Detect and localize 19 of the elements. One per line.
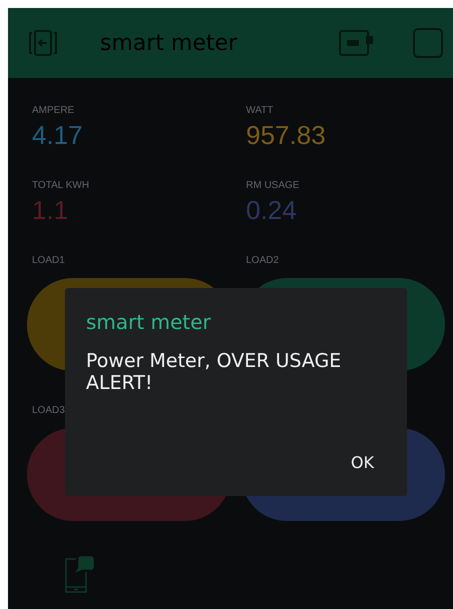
square-icon[interactable] bbox=[413, 28, 443, 58]
load-label: LOAD2 bbox=[245, 254, 279, 268]
dialog-title: smart meter bbox=[86, 310, 211, 334]
display-value: 957.83 bbox=[246, 119, 326, 152]
ok-button[interactable]: OK bbox=[338, 447, 386, 478]
display-label: AMPERE bbox=[32, 104, 74, 118]
load-label: LOAD3 bbox=[31, 404, 65, 418]
display-label: RM USAGE bbox=[246, 179, 300, 193]
phone-alert-icon[interactable] bbox=[64, 556, 96, 594]
display-value: 4.17 bbox=[32, 119, 83, 152]
load-label: LOAD1 bbox=[31, 254, 65, 268]
display-label: WATT bbox=[246, 104, 274, 118]
dialog-message: Power Meter, OVER USAGE ALERT! bbox=[86, 350, 342, 394]
exit-icon[interactable] bbox=[28, 29, 58, 57]
device-icon[interactable] bbox=[339, 30, 373, 56]
display-value: 0.24 bbox=[246, 194, 297, 227]
display-label: TOTAL KWH bbox=[32, 179, 90, 193]
display-value: 1.1 bbox=[32, 194, 68, 227]
app-title: smart meter bbox=[100, 30, 238, 56]
